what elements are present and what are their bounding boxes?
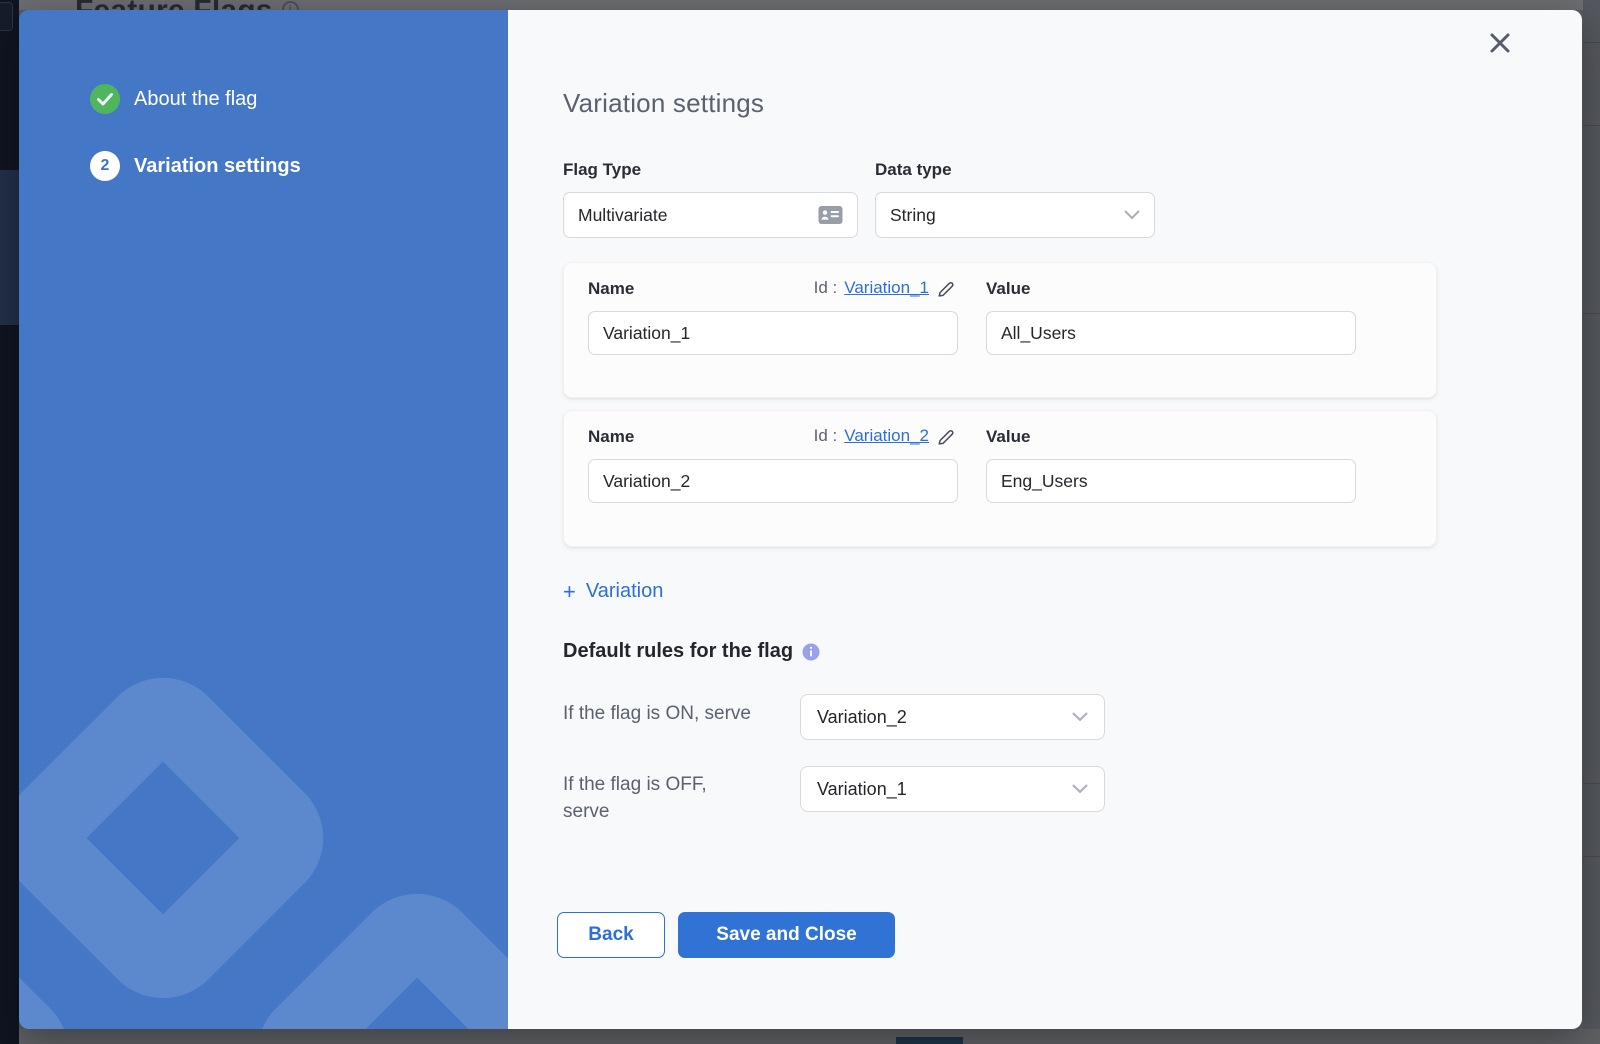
backdrop-app-sidebar xyxy=(0,0,19,1044)
dialog-title: Variation settings xyxy=(563,88,764,119)
check-icon xyxy=(90,84,120,114)
variation-id-group: Id : Variation_1 xyxy=(588,277,956,299)
save-and-close-button[interactable]: Save and Close xyxy=(678,912,895,958)
variation-name-input[interactable] xyxy=(588,311,958,355)
data-type-label: Data type xyxy=(875,160,952,180)
id-prefix: Id : xyxy=(814,426,838,446)
backdrop-sidebar-button-fragment xyxy=(0,2,13,31)
edit-pencil-icon[interactable] xyxy=(936,427,956,447)
step-number-badge: 2 xyxy=(90,151,120,181)
add-variation-button[interactable]: + Variation xyxy=(563,580,663,603)
flag-off-variation-value: Variation_1 xyxy=(817,779,907,800)
variation-settings-dialog: About the flag 2 Variation settings Vari… xyxy=(19,10,1582,1029)
backdrop-row-divider xyxy=(1583,783,1600,784)
backdrop-row-divider xyxy=(1583,42,1600,43)
flag-on-variation-select[interactable]: Variation_2 xyxy=(800,694,1105,740)
close-icon[interactable] xyxy=(1487,30,1513,56)
chevron-down-icon xyxy=(1072,712,1088,722)
chevron-down-icon xyxy=(1072,784,1088,794)
flag-on-rule-label: If the flag is ON, serve xyxy=(563,700,751,727)
back-button[interactable]: Back xyxy=(557,912,665,958)
backdrop-table-fragment xyxy=(1583,0,1600,1044)
variation-name-input[interactable] xyxy=(588,459,958,503)
dialog-content: Variation settings Flag Type Data type M… xyxy=(508,10,1582,1029)
step-label: Variation settings xyxy=(134,155,301,178)
flag-type-field[interactable]: Multivariate xyxy=(563,192,858,238)
wizard-sidebar: About the flag 2 Variation settings xyxy=(19,10,508,1029)
step-about-the-flag[interactable]: About the flag xyxy=(90,83,257,115)
backdrop-row-divider xyxy=(1583,125,1600,126)
flag-type-label: Flag Type xyxy=(563,160,641,180)
backdrop-row-divider xyxy=(1583,313,1600,314)
id-prefix: Id : xyxy=(814,278,838,298)
data-type-select[interactable]: String xyxy=(875,192,1155,238)
variation-card: Name Id : Variation_1 Value xyxy=(563,262,1437,398)
backdrop-row-divider xyxy=(1583,856,1600,857)
chevron-down-icon xyxy=(1124,210,1140,220)
edit-pencil-icon[interactable] xyxy=(936,279,956,299)
backdrop-sidebar-selected-item xyxy=(0,170,19,325)
data-type-value: String xyxy=(890,205,936,226)
multivariate-card-icon xyxy=(818,205,843,225)
flag-on-variation-value: Variation_2 xyxy=(817,707,907,728)
default-rules-heading-text: Default rules for the flag xyxy=(563,640,793,663)
add-variation-label: Variation xyxy=(586,580,663,603)
value-label: Value xyxy=(986,279,1030,299)
variation-id-link[interactable]: Variation_2 xyxy=(844,426,929,446)
step-label: About the flag xyxy=(134,88,257,111)
plus-icon: + xyxy=(563,582,576,602)
variation-value-input[interactable] xyxy=(986,311,1356,355)
backdrop-bottom-strip xyxy=(19,1029,1600,1044)
flag-type-value: Multivariate xyxy=(578,205,667,226)
backdrop-dark-box xyxy=(896,1037,963,1044)
variation-card: Name Id : Variation_2 Value xyxy=(563,410,1437,547)
default-rules-heading: Default rules for the flag xyxy=(563,640,820,663)
variation-id-link[interactable]: Variation_1 xyxy=(844,278,929,298)
variation-id-group: Id : Variation_2 xyxy=(588,425,956,447)
step-variation-settings[interactable]: 2 Variation settings xyxy=(90,150,301,182)
variation-value-input[interactable] xyxy=(986,459,1356,503)
logo-watermark-ring xyxy=(19,651,350,1024)
info-icon[interactable] xyxy=(802,643,820,661)
flag-off-rule-label: If the flag is OFF, serve xyxy=(563,771,707,825)
value-label: Value xyxy=(986,427,1030,447)
flag-off-variation-select[interactable]: Variation_1 xyxy=(800,766,1105,812)
